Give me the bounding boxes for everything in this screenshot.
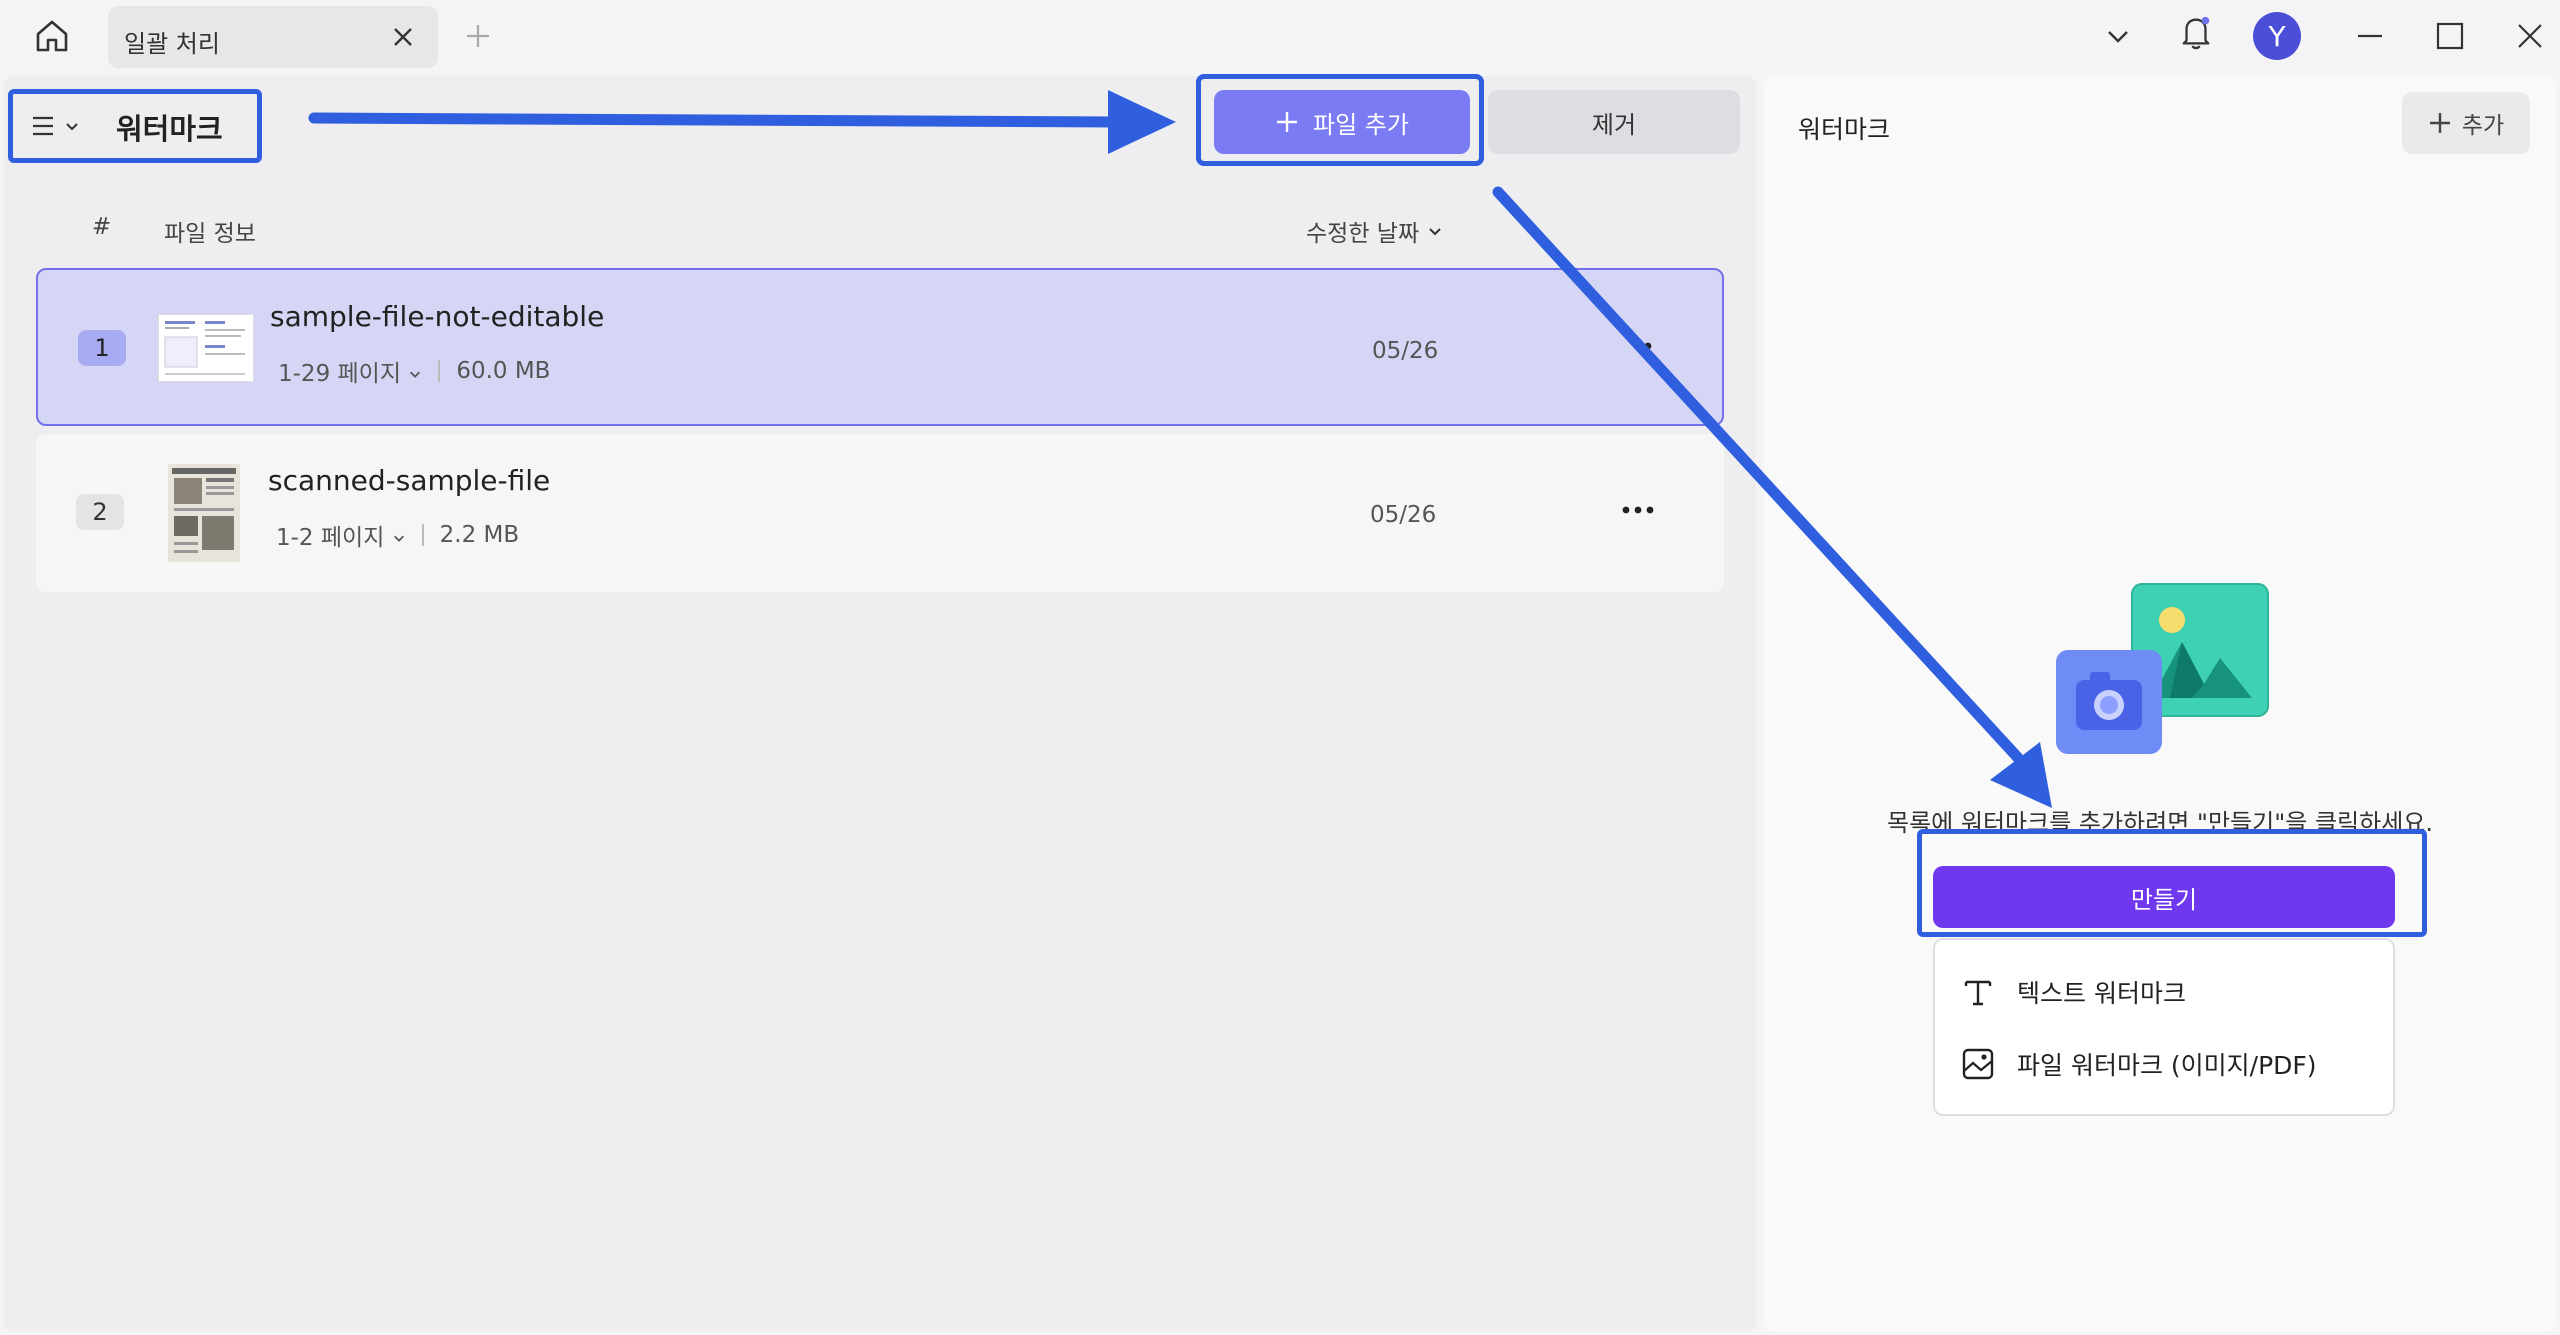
file-size: 2.2 MB [439, 522, 520, 548]
file-name: sample-file-not-editable [270, 300, 605, 333]
file-list-panel [4, 76, 1756, 1332]
panel-title: 워터마크 [1798, 115, 1891, 144]
mode-menu-button[interactable] [30, 106, 90, 146]
column-header-number: # [92, 214, 112, 240]
table-row[interactable]: 1 sample-file-not-editable 1-29 페이지 60.0… [36, 268, 1724, 426]
document-preview-image [164, 321, 245, 375]
tab-batch-processing[interactable]: 일괄 처리 [108, 6, 438, 68]
page-range-label: 1-29 페이지 [278, 361, 401, 387]
more-options-button[interactable] [1618, 328, 1662, 364]
close-tab-button[interactable] [390, 24, 416, 50]
bell-icon [2182, 16, 2210, 50]
chevron-down-icon [393, 535, 404, 542]
add-watermark-button[interactable]: 추가 [2402, 92, 2530, 154]
file-meta: 1-2 페이지 2.2 MB [276, 518, 519, 552]
file-meta: 1-29 페이지 60.0 MB [278, 354, 550, 388]
user-avatar[interactable]: Y [2253, 12, 2301, 60]
home-icon [36, 20, 68, 52]
file-name: scanned-sample-file [268, 464, 551, 497]
maximize-icon [2436, 22, 2464, 50]
plus-icon [2429, 113, 2450, 133]
image-file-icon [1962, 1048, 1994, 1080]
close-icon [2518, 24, 2542, 48]
mode-title: 워터마크 [116, 112, 223, 146]
page-range-selector[interactable]: 1-2 페이지 [276, 518, 406, 552]
column-header-file-info: 파일 정보 [164, 221, 256, 247]
notifications-button[interactable] [2178, 14, 2214, 50]
menu-item-text-watermark[interactable]: 텍스트 워터마크 [1961, 968, 2186, 1016]
page-range-selector[interactable]: 1-29 페이지 [278, 354, 422, 388]
maximize-button[interactable] [2432, 18, 2468, 54]
close-icon [394, 28, 412, 46]
divider [421, 524, 424, 546]
menu-item-file-watermark[interactable]: 파일 워터마크 (이미지/PDF) [1961, 1040, 2317, 1088]
chevron-down-icon [1429, 228, 1441, 236]
expand-dropdown-button[interactable] [2100, 18, 2136, 54]
table-row[interactable]: 2 scanned-sample-file 1-2 페이지 2.2 MB 05/… [36, 434, 1724, 592]
tab-label: 일괄 처리 [124, 30, 220, 58]
modified-date: 05/26 [1370, 502, 1437, 528]
plus-icon [467, 25, 489, 47]
divider [438, 360, 441, 382]
file-size: 60.0 MB [456, 358, 551, 384]
add-watermark-label: 추가 [2461, 113, 2505, 139]
empty-state-illustration [2056, 583, 2269, 754]
home-button[interactable] [28, 14, 76, 58]
add-file-button[interactable]: 파일 추가 [1214, 90, 1470, 154]
chevron-down-icon [66, 123, 78, 131]
row-number-badge: 2 [76, 494, 124, 530]
scanned-page-preview-image [172, 468, 236, 553]
hamburger-menu-icon [33, 116, 53, 136]
more-horizontal-icon [1644, 342, 1652, 350]
menu-item-label: 파일 워터마크 (이미지/PDF) [2017, 1051, 2317, 1080]
title-bar: 일괄 처리 Y [0, 0, 2560, 72]
create-watermark-menu: 텍스트 워터마크 파일 워터마크 (이미지/PDF) [1933, 938, 2395, 1116]
modified-date: 05/26 [1372, 338, 1439, 364]
remove-button[interactable]: 제거 [1488, 90, 1740, 154]
page-range-label: 1-2 페이지 [276, 525, 385, 551]
column-header-date-label: 수정한 날짜 [1306, 221, 1420, 247]
file-thumbnail [168, 464, 240, 562]
close-window-button[interactable] [2512, 18, 2548, 54]
plus-icon [1277, 112, 1298, 132]
row-number-badge: 1 [78, 330, 126, 366]
more-options-button[interactable] [1616, 492, 1660, 528]
chevron-down-icon [410, 371, 421, 378]
more-horizontal-icon [1622, 506, 1654, 514]
text-t-icon [1964, 980, 1992, 1006]
column-header-modified-date[interactable]: 수정한 날짜 [1306, 214, 1443, 248]
chevron-down-icon [2108, 31, 2128, 43]
new-tab-button[interactable] [462, 20, 494, 52]
menu-item-label: 텍스트 워터마크 [2017, 979, 2186, 1008]
create-watermark-button[interactable]: 만들기 [1933, 866, 2395, 928]
add-file-label: 파일 추가 [1313, 110, 1409, 139]
file-thumbnail [158, 314, 254, 382]
minimize-icon [2358, 34, 2382, 38]
minimize-button[interactable] [2352, 18, 2388, 54]
